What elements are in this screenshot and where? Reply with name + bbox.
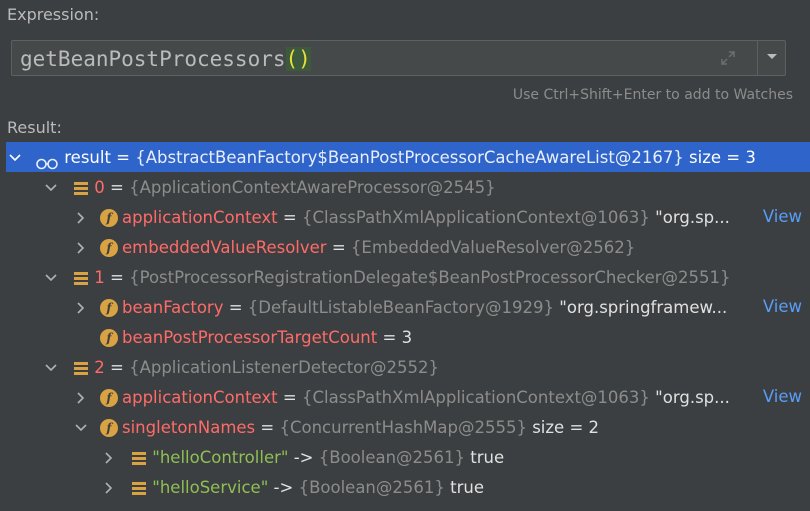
tree-row-field[interactable]: f applicationContext = {ClassPathXmlAppli… bbox=[6, 202, 810, 232]
field-name: beanFactory bbox=[122, 297, 224, 317]
equals-sign: = bbox=[110, 147, 136, 167]
map-key: "helloController" bbox=[152, 447, 289, 467]
history-dropdown-button[interactable] bbox=[758, 41, 786, 75]
item-index: 0 bbox=[94, 177, 105, 197]
array-element-icon bbox=[73, 360, 89, 376]
field-f-icon: f bbox=[100, 238, 118, 257]
ellipsis: ... bbox=[714, 207, 730, 227]
field-f-icon: f bbox=[100, 388, 118, 407]
field-f-icon: f bbox=[100, 328, 118, 347]
tree-row-field[interactable]: f beanFactory = {DefaultListableBeanFacto… bbox=[6, 292, 810, 322]
collapse-arrow-icon[interactable] bbox=[44, 263, 58, 293]
add-to-watches-hint: Use Ctrl+Shift+Enter to add to Watches bbox=[512, 87, 793, 103]
result-label: Result: bbox=[7, 118, 62, 137]
field-name: applicationContext bbox=[122, 207, 278, 227]
map-size: size = 2 bbox=[526, 417, 600, 437]
field-f-icon: f bbox=[100, 418, 118, 437]
item-ref: {PostProcessorRegistrationDelegate$BeanP… bbox=[129, 267, 731, 287]
item-index: 1 bbox=[94, 267, 105, 287]
view-link[interactable]: View bbox=[763, 292, 802, 322]
map-value: true bbox=[444, 477, 484, 497]
field-ref: {EmbeddedValueResolver@2562} bbox=[350, 237, 636, 257]
equals-sign: = bbox=[326, 237, 351, 257]
collapse-arrow-icon[interactable] bbox=[8, 143, 22, 173]
tree-row-item-2[interactable]: 2 = {ApplicationListenerDetector@2552} bbox=[6, 352, 810, 382]
field-ref: {ClassPathXmlApplicationContext@1063} bbox=[301, 387, 650, 407]
tree-row-field[interactable]: f beanPostProcessorTargetCount = 3 bbox=[6, 322, 810, 352]
map-value-ref: {Boolean@2561} bbox=[318, 447, 466, 467]
tree-row-field[interactable]: f embeddedValueResolver = {EmbeddedValueR… bbox=[6, 232, 810, 262]
field-name: singletonNames bbox=[122, 417, 256, 437]
expand-editor-icon[interactable] bbox=[719, 49, 737, 67]
field-name: applicationContext bbox=[122, 387, 278, 407]
equals-sign: = bbox=[277, 207, 302, 227]
expand-arrow-icon[interactable] bbox=[74, 203, 88, 233]
field-f-icon: f bbox=[100, 298, 118, 317]
array-element-icon bbox=[73, 180, 89, 196]
tree-row-item-0[interactable]: 0 = {ApplicationContextAwareProcessor@25… bbox=[6, 172, 810, 202]
field-value: "org.sp bbox=[649, 207, 715, 227]
result-tree[interactable]: result = {AbstractBeanFactory$BeanPostPr… bbox=[6, 142, 810, 511]
expression-method: getBeanPostProcessors bbox=[20, 47, 286, 71]
watch-result-icon bbox=[35, 151, 59, 169]
ellipsis: ... bbox=[714, 387, 730, 407]
equals-sign: = bbox=[104, 267, 130, 287]
tree-row-item-1[interactable]: 1 = {PostProcessorRegistrationDelegate$B… bbox=[6, 262, 810, 292]
collapse-arrow-icon[interactable] bbox=[44, 353, 58, 383]
expression-label: Expression: bbox=[7, 5, 100, 24]
tree-row-result[interactable]: result = {AbstractBeanFactory$BeanPostPr… bbox=[6, 142, 810, 172]
expand-arrow-icon[interactable] bbox=[74, 233, 88, 263]
field-f-icon: f bbox=[100, 208, 118, 227]
tree-row-map-entry[interactable]: "helloService" -> {Boolean@2561} true bbox=[6, 472, 810, 502]
expand-arrow-icon[interactable] bbox=[74, 383, 88, 413]
ellipsis: ... bbox=[711, 297, 728, 317]
map-entry-icon bbox=[131, 480, 147, 496]
expression-text[interactable]: getBeanPostProcessors() bbox=[20, 46, 311, 72]
result-size: size = 3 bbox=[683, 147, 756, 167]
expand-arrow-icon[interactable] bbox=[74, 293, 88, 323]
field-name: beanPostProcessorTargetCount bbox=[122, 327, 378, 347]
tree-row-field[interactable]: f applicationContext = {ClassPathXmlAppli… bbox=[6, 382, 810, 412]
field-ref: {DefaultListableBeanFactory@1929} bbox=[247, 297, 555, 317]
map-key: "helloService" bbox=[152, 477, 269, 497]
field-ref: {ConcurrentHashMap@2555} bbox=[279, 417, 527, 437]
item-ref: {ApplicationContextAwareProcessor@2545} bbox=[129, 177, 496, 197]
item-ref: {ApplicationListenerDetector@2552} bbox=[129, 357, 440, 377]
item-index: 2 bbox=[94, 357, 105, 377]
view-link[interactable]: View bbox=[763, 202, 802, 232]
chevron-down-icon bbox=[767, 54, 777, 59]
map-entry-icon bbox=[131, 450, 147, 466]
evaluate-expression-dialog: Expression: getBeanPostProcessors() Use … bbox=[0, 0, 810, 511]
equals-sign: = bbox=[104, 357, 130, 377]
equals-sign: = bbox=[255, 417, 280, 437]
equals-sign: = bbox=[377, 327, 402, 347]
equals-sign: = bbox=[277, 387, 302, 407]
expression-input[interactable]: getBeanPostProcessors() bbox=[11, 40, 786, 76]
result-ref: {AbstractBeanFactory$BeanPostProcessorCa… bbox=[135, 147, 684, 167]
map-value-ref: {Boolean@2561} bbox=[298, 477, 445, 497]
field-ref: {ClassPathXmlApplicationContext@1063} bbox=[301, 207, 650, 227]
result-name: result bbox=[64, 147, 111, 167]
equals-sign: = bbox=[223, 297, 248, 317]
collapse-arrow-icon[interactable] bbox=[74, 413, 88, 443]
array-element-icon bbox=[73, 270, 89, 286]
view-link[interactable]: View bbox=[763, 382, 802, 412]
collapse-arrow-icon[interactable] bbox=[44, 173, 58, 203]
field-value: 3 bbox=[401, 327, 413, 347]
expand-arrow-icon[interactable] bbox=[102, 443, 116, 473]
field-value: "org.springframew bbox=[554, 297, 712, 317]
map-arrow: -> bbox=[288, 447, 319, 467]
map-arrow: -> bbox=[268, 477, 299, 497]
field-value: "org.sp bbox=[649, 387, 715, 407]
tree-row-map-entry[interactable]: "helloController" -> {Boolean@2561} true bbox=[6, 442, 810, 472]
map-value: true bbox=[465, 447, 505, 467]
expression-parens: () bbox=[285, 47, 311, 71]
tree-row-field[interactable]: f singletonNames = {ConcurrentHashMap@255… bbox=[6, 412, 810, 442]
equals-sign: = bbox=[104, 177, 130, 197]
field-name: embeddedValueResolver bbox=[122, 237, 327, 257]
expand-arrow-icon[interactable] bbox=[102, 473, 116, 503]
